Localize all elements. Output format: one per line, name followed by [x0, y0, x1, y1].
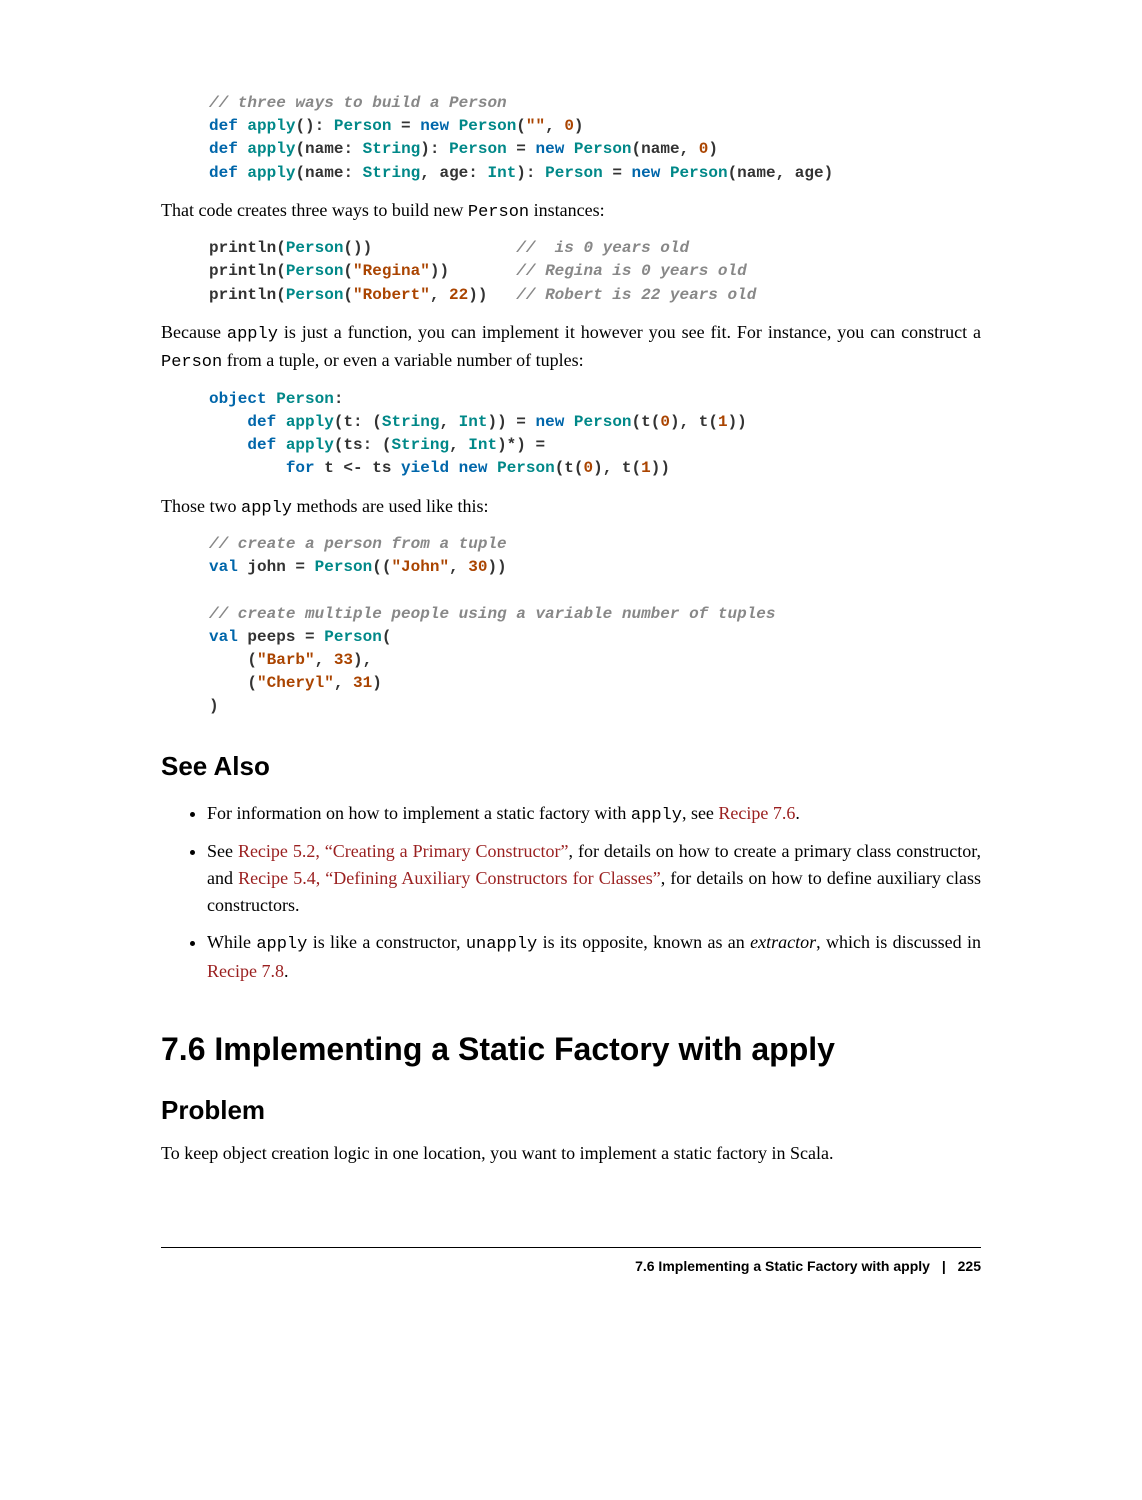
section-heading: 7.6 Implementing a Static Factory with a…	[161, 1025, 981, 1073]
list-item: See Recipe 5.2, “Creating a Primary Cons…	[207, 838, 981, 919]
see-also-heading: See Also	[161, 747, 981, 786]
link-recipe-5-4[interactable]: Recipe 5.4, “Defining Auxiliary Construc…	[238, 868, 661, 888]
code-block-3: object Person: def apply(t: (String, Int…	[209, 388, 981, 481]
problem-heading: Problem	[161, 1091, 981, 1130]
code-block-1: // three ways to build a Person def appl…	[209, 92, 981, 185]
paragraph-1: That code creates three ways to build ne…	[161, 197, 981, 226]
link-recipe-5-2[interactable]: Recipe 5.2, “Creating a Primary Construc…	[238, 841, 569, 861]
link-recipe-7-8[interactable]: Recipe 7.8	[207, 961, 284, 981]
list-item: While apply is like a constructor, unapp…	[207, 929, 981, 985]
page-footer: 7.6 Implementing a Static Factory with a…	[161, 1247, 981, 1277]
footer-title: 7.6 Implementing a Static Factory with a…	[635, 1258, 930, 1274]
see-also-list: For information on how to implement a st…	[161, 800, 981, 985]
code-block-2: println(Person()) // is 0 years old prin…	[209, 237, 981, 307]
paragraph-2: Because apply is just a function, you ca…	[161, 319, 981, 376]
paragraph-4: To keep object creation logic in one loc…	[161, 1140, 981, 1167]
code-block-4: // create a person from a tuple val john…	[209, 533, 981, 719]
footer-page-number: 225	[958, 1258, 981, 1274]
paragraph-3: Those two apply methods are used like th…	[161, 493, 981, 522]
link-recipe-7-6[interactable]: Recipe 7.6	[718, 803, 795, 823]
footer-separator: |	[942, 1258, 946, 1274]
list-item: For information on how to implement a st…	[207, 800, 981, 829]
